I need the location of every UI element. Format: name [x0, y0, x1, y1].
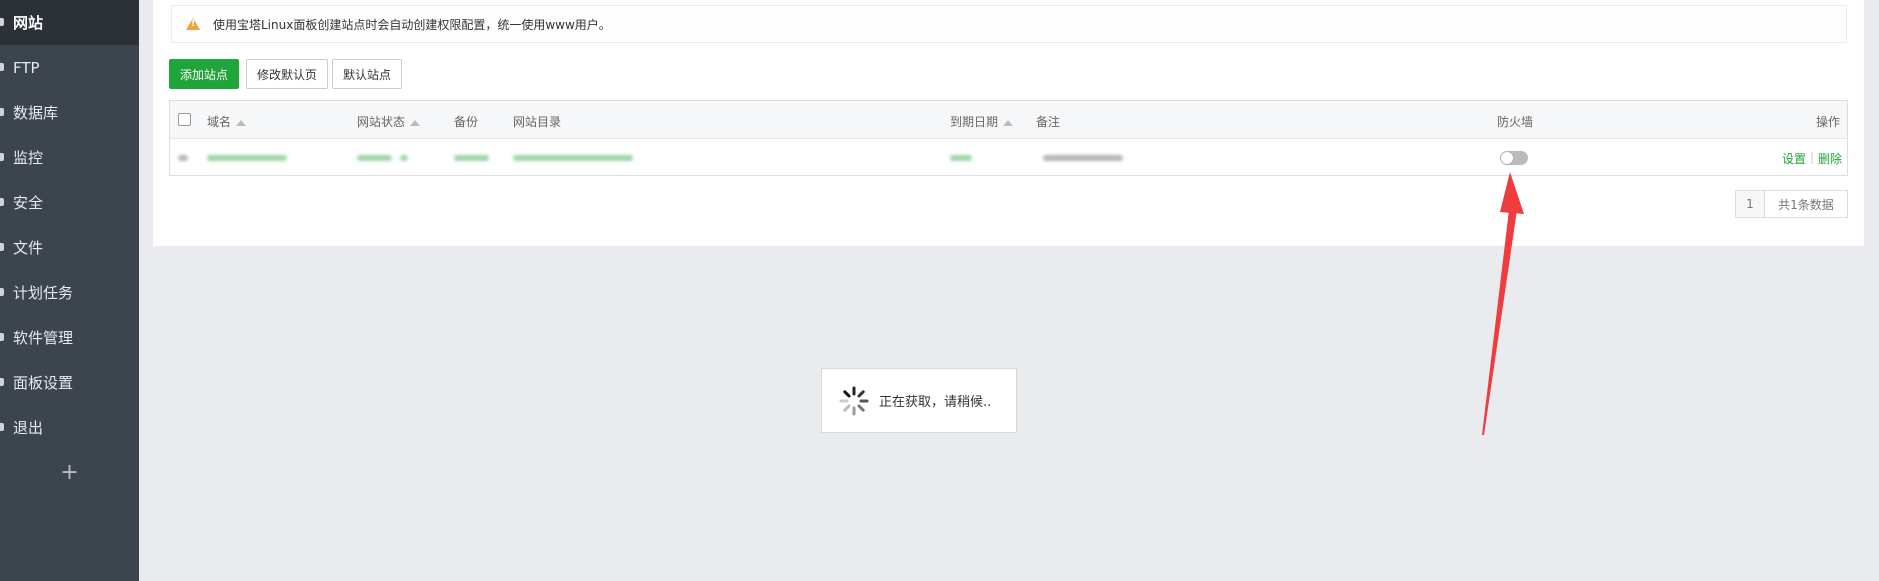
add-menu-button[interactable]: +	[0, 450, 139, 495]
sidebar-item-cron[interactable]: 计划任务	[0, 270, 139, 315]
row-checkbox-redacted[interactable]	[178, 155, 188, 161]
site-table: 域名 网站状态 备份 网站目录 到期日期 备注 防火墙 操作 设置 | 删除	[169, 100, 1848, 176]
modify-default-page-button[interactable]: 修改默认页	[246, 59, 328, 89]
info-alert: 使用宝塔Linux面板创建站点时会自动创建权限配置，统一使用www用户。	[171, 5, 1847, 43]
warning-icon	[186, 18, 200, 30]
remark-redacted[interactable]	[1043, 155, 1123, 161]
sort-up-icon	[1003, 119, 1014, 126]
expire-redacted[interactable]	[950, 155, 972, 161]
page-number[interactable]: 1	[1735, 190, 1765, 218]
sidebar-item-label: 计划任务	[13, 284, 74, 302]
sidebar-item-logout[interactable]: 退出	[0, 405, 139, 450]
header-directory: 网站目录	[513, 115, 562, 129]
main-panel: 使用宝塔Linux面板创建站点时会自动创建权限配置，统一使用www用户。 添加站…	[153, 0, 1864, 246]
sidebar-item-label: 退出	[13, 419, 44, 437]
sidebar-item-ftp[interactable]: FTP	[0, 45, 139, 90]
annotation-arrow-icon	[1482, 172, 1524, 435]
domain-redacted[interactable]	[207, 155, 287, 161]
sidebar: 网站 FTP 数据库 监控 安全 文件 计划任务 软件管理 面板设置 退出 +	[0, 0, 139, 581]
add-site-button[interactable]: 添加站点	[169, 59, 239, 89]
header-actions: 操作	[1816, 115, 1841, 129]
table-header: 域名 网站状态 备份 网站目录 到期日期 备注 防火墙 操作	[170, 101, 1847, 139]
sidebar-item-panel-settings[interactable]: 面板设置	[0, 360, 139, 405]
header-backup: 备份	[454, 115, 479, 129]
sidebar-item-security[interactable]: 安全	[0, 180, 139, 225]
sidebar-item-label: 软件管理	[13, 329, 74, 347]
settings-link[interactable]: 设置	[1782, 150, 1806, 167]
sidebar-item-files[interactable]: 文件	[0, 225, 139, 270]
sidebar-item-website[interactable]: 网站	[0, 0, 139, 45]
default-site-button[interactable]: 默认站点	[332, 59, 402, 89]
loading-text: 正在获取，请稍候..	[879, 395, 992, 410]
backup-redacted[interactable]	[454, 155, 489, 161]
select-all-checkbox[interactable]	[178, 113, 191, 126]
status-redacted[interactable]	[357, 155, 392, 161]
sidebar-item-label: 数据库	[13, 104, 59, 122]
sidebar-item-label: 面板设置	[13, 374, 74, 392]
sort-up-icon	[410, 119, 421, 126]
loading-dialog: 正在获取，请稍候..	[821, 368, 1017, 433]
directory-redacted[interactable]	[513, 155, 633, 161]
plus-icon: +	[60, 460, 79, 485]
sidebar-item-label: FTP	[13, 58, 40, 77]
header-remark: 备注	[1036, 115, 1061, 129]
sidebar-item-monitor[interactable]: 监控	[0, 135, 139, 180]
sidebar-item-label: 网站	[13, 14, 44, 32]
delete-link[interactable]: 删除	[1818, 150, 1842, 167]
sidebar-item-software[interactable]: 软件管理	[0, 315, 139, 360]
status-icon-redacted	[400, 155, 408, 161]
sidebar-item-database[interactable]: 数据库	[0, 90, 139, 135]
alert-text: 使用宝塔Linux面板创建站点时会自动创建权限配置，统一使用www用户。	[213, 17, 611, 32]
sidebar-item-label: 安全	[13, 194, 44, 212]
total-count: 共1条数据	[1764, 190, 1848, 218]
loading-spinner-icon	[839, 386, 869, 415]
table-row: 设置 | 删除	[170, 139, 1847, 175]
sidebar-item-label: 文件	[13, 239, 44, 257]
sidebar-item-label: 监控	[13, 149, 44, 167]
action-separator: |	[1810, 150, 1815, 164]
header-domain[interactable]: 域名	[207, 113, 247, 130]
header-expire[interactable]: 到期日期	[950, 113, 1014, 130]
sort-up-icon	[236, 119, 247, 126]
header-firewall: 防火墙	[1497, 115, 1534, 129]
header-status[interactable]: 网站状态	[357, 113, 421, 130]
